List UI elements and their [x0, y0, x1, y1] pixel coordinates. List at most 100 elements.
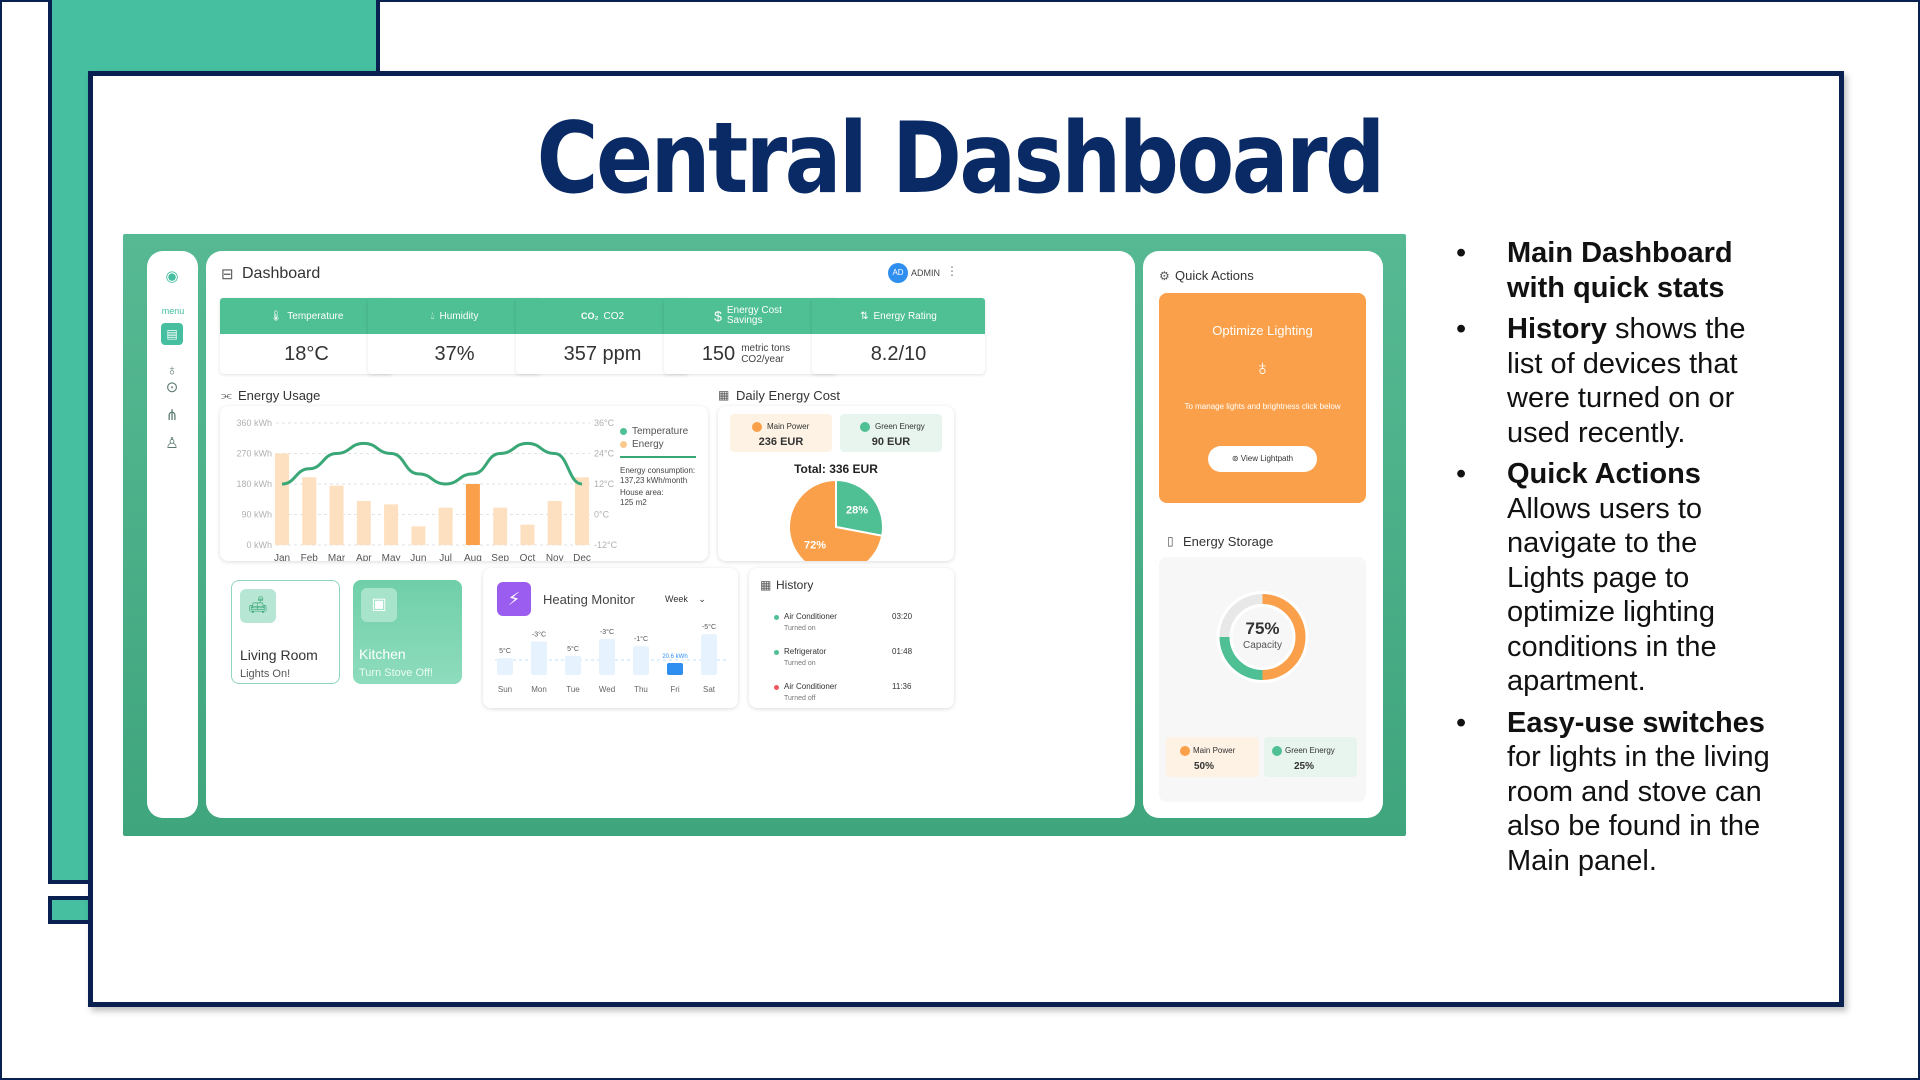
info-area-value: 125 m2 [620, 498, 647, 507]
storage-main-label: Main Power [1193, 746, 1236, 755]
user-icon[interactable]: ♙ [162, 434, 182, 454]
x-tick-label: Nov [546, 553, 564, 561]
history-state: Turned off [784, 695, 816, 702]
bullet-item: Quick Actions Allows users to navigate t… [1456, 457, 1776, 699]
x-tick-label: May [382, 553, 401, 561]
room-name: Living Room [240, 647, 318, 663]
room-status: Lights On! [240, 668, 291, 680]
drop-icon: 💧︎ [430, 310, 435, 322]
heating-chart-svg: 5°C Sun -3°C Mon 5°C Tue -3°C Wed -1°C Thu 20.6 kW… [495, 623, 728, 694]
heat-bar [497, 658, 513, 675]
stat-value: 357 ppm [563, 342, 642, 365]
history-time: 11:36 [892, 682, 912, 691]
energy-bar [302, 477, 317, 545]
stat-card-energy-rating: ⇅ Energy Rating 8.2/10 [812, 298, 985, 374]
room-status: Turn Stove Off! [359, 667, 433, 679]
logo-icon: ◉ [165, 268, 179, 285]
user-label: ADMIN [911, 268, 940, 278]
history-state: Turned on [784, 625, 816, 632]
target-icon: ⊚ [1231, 454, 1241, 463]
stat-value: 150 [701, 342, 736, 365]
bullet-bold: Easy-use switches [1507, 706, 1765, 739]
temperature-line [281, 441, 583, 486]
history-state: Turned on [784, 660, 816, 667]
co2-icon: CO₂ [580, 311, 599, 321]
energy-bar [575, 477, 589, 545]
stat-label: CO2 [603, 310, 625, 322]
energy-bar [547, 500, 562, 545]
dashboard-header-icon: ⊟ [221, 266, 234, 283]
bullet-bold: History [1507, 313, 1607, 345]
heat-bar [667, 663, 683, 675]
tower-icon[interactable]: ⋔ [162, 406, 182, 426]
avatar[interactable]: AD [888, 263, 908, 283]
bullet-bold: Quick Actions [1507, 458, 1701, 490]
heat-value-label: -1°C [634, 635, 648, 643]
chart-icon: ⫘ [221, 388, 232, 402]
dashboard-screenshot: ◉ menu ▤ ♁ ⊙ ⋔ ♙ ⊟ Dashboard AD ADMIN ⋮ … [123, 234, 1406, 836]
energy-bar [384, 504, 399, 545]
daily-cost-panel: Main Power 236 EUR Green Energy 90 EUR T… [718, 406, 954, 561]
info-consumption-value: 137,23 kWh/month [620, 476, 688, 485]
heat-value-label: -3°C [532, 630, 546, 638]
y2-tick-label: -12°C [594, 540, 618, 550]
optimize-lighting-card: Optimize Lighting ♁ To manage lights and… [1159, 293, 1366, 503]
energy-usage-title: Energy Usage [238, 388, 321, 403]
stat-label: Humidity [439, 310, 479, 322]
history-icon: ▦ [760, 578, 772, 592]
heat-day-label: Thu [634, 685, 648, 694]
gear-icon: ⚙ [1159, 269, 1170, 283]
energy-storage-title: Energy Storage [1183, 534, 1274, 549]
optimize-lighting-desc: To manage lights and brightness click be… [1184, 402, 1341, 411]
history-time: 01:48 [892, 647, 913, 656]
heat-bar [701, 634, 717, 675]
storage-caption: Capacity [1243, 640, 1282, 651]
history-panel: ▦ History Air Conditioner Turned on 03:20 R… [749, 568, 954, 708]
heat-bar [531, 641, 547, 675]
bullet-item: Easy-use switches for lights in the livi… [1456, 706, 1776, 879]
history-device: Air Conditioner [784, 612, 837, 621]
view-lightpath-button[interactable]: ⊚ View Lightpath [1208, 446, 1317, 472]
y2-tick-label: 0°C [594, 510, 610, 520]
heat-day-label: Wed [599, 685, 615, 694]
stat-label: Temperature [287, 310, 344, 322]
heat-day-label: Tue [566, 685, 580, 694]
x-tick-label: Dec [573, 553, 591, 561]
y-tick-label: 180 kWh [236, 479, 272, 489]
bullet-item: History shows the list of devices that w… [1456, 312, 1776, 450]
button-label: View Lightpath [1240, 454, 1294, 463]
sofa-icon: 🛋︎ [240, 589, 276, 623]
bullet-list: Main Dashboard with quick stats History … [1456, 236, 1776, 885]
x-tick-label: Mar [328, 553, 346, 561]
room-card-living-room[interactable]: 🛋︎ Living Room Lights On! [231, 580, 340, 684]
history-item: Air Conditioner Turned off 11:36 [749, 680, 954, 710]
pie-label: 72% [804, 539, 826, 551]
calendar-icon: ▦ [718, 388, 730, 402]
legend-label: Temperature [632, 426, 689, 437]
bullet-item: Main Dashboard with quick stats [1456, 236, 1776, 305]
energy-bar [329, 485, 344, 545]
heat-bar [599, 639, 615, 675]
y2-tick-label: 36°C [594, 418, 615, 428]
more-menu-icon[interactable]: ⋮ [946, 264, 958, 278]
x-tick-label: Jul [439, 553, 452, 561]
heat-value-label: 5°C [499, 647, 511, 655]
info-consumption-label: Energy consumption: [620, 466, 696, 475]
bullet-bold: Main Dashboard with quick stats [1507, 237, 1733, 304]
dashboard-icon[interactable]: ▤ [161, 323, 183, 345]
heat-value-label: -3°C [600, 628, 614, 636]
energy-storage-card: 75% Capacity Main Power 50% Green Energy… [1159, 557, 1366, 802]
power-icon[interactable]: ⊙ [162, 378, 182, 398]
quick-actions-title: Quick Actions [1175, 268, 1254, 283]
heat-bar [565, 655, 581, 675]
room-name: Kitchen [359, 646, 406, 662]
x-tick-label: Aug [464, 553, 482, 561]
rating-icon: ⇅ [860, 310, 869, 322]
room-card-kitchen[interactable]: ▣ Kitchen Turn Stove Off! [353, 580, 462, 684]
x-tick-label: Jan [274, 553, 290, 561]
history-time: 03:20 [892, 612, 913, 621]
y-tick-label: 270 kWh [236, 449, 272, 459]
heat-day-label: Fri [670, 685, 680, 694]
x-tick-label: Feb [301, 553, 319, 561]
slide: Central Dashboard ◉ menu ▤ ♁ ⊙ ⋔ ♙ ⊟ Das… [0, 0, 1920, 1080]
